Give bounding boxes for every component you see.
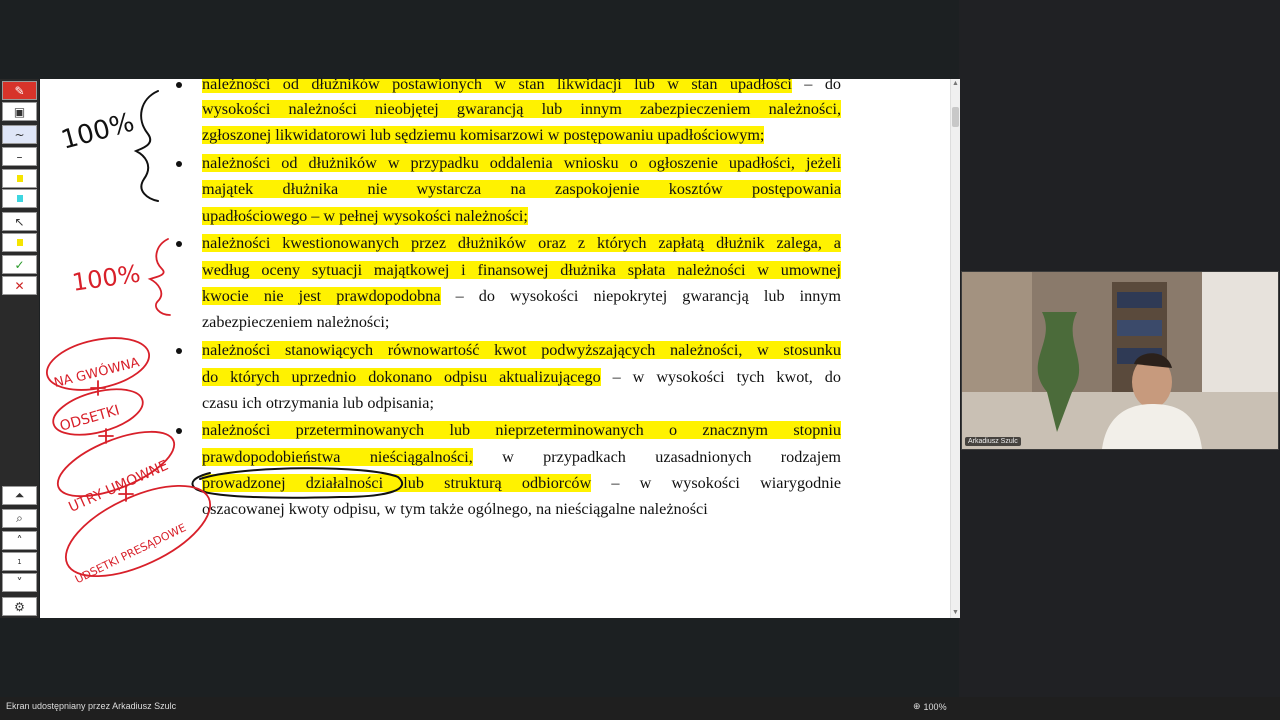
zoom-icon: ⊕ <box>913 701 921 711</box>
document-page: należności od dłużników postawionych w s… <box>40 79 950 618</box>
status-bar: Ekran udostępniany przez Arkadiusz Szulc… <box>0 697 1280 720</box>
search-icon[interactable]: ⌕ <box>2 509 37 528</box>
settings-gear-icon[interactable]: ⚙ <box>2 597 37 616</box>
curve-icon[interactable]: ~ <box>2 125 37 144</box>
highlight-pointer-icon[interactable] <box>2 233 37 252</box>
vertical-scrollbar[interactable]: ▲ ▼ <box>950 79 960 618</box>
black-ellipse <box>191 467 404 499</box>
check-icon[interactable]: ✓ <box>2 255 37 274</box>
sharing-status-text: Ekran udostępniany przez Arkadiusz Szulc <box>6 701 177 711</box>
save-icon[interactable]: ▣ <box>2 102 37 121</box>
yellow-highlighter-icon[interactable] <box>2 169 37 188</box>
scroll-top-icon[interactable]: ⏶ <box>2 486 37 505</box>
note-odsetki: ODSETKI <box>58 402 121 434</box>
pen-icon[interactable]: ✎ <box>2 81 37 100</box>
page-up-icon[interactable]: ˄ <box>2 531 37 550</box>
page-number[interactable]: 1 <box>2 552 37 571</box>
page-down-icon[interactable]: ˅ <box>2 573 37 592</box>
handwritten-annotations: 100% 100% NA GWÓWNA ODSETKI UTRY UMOWNE … <box>45 90 404 586</box>
scroll-down-arrow-icon[interactable]: ▼ <box>951 608 960 618</box>
pointer-icon[interactable]: ↖ <box>2 212 37 231</box>
note-100-percent-red: 100% <box>70 259 142 296</box>
note-utry-umowne: UTRY UMOWNE <box>66 458 170 516</box>
scrollbar-thumb[interactable] <box>952 107 959 127</box>
zoom-control[interactable]: ⊕ 100% <box>913 701 947 712</box>
webcam-video-tile[interactable]: Arkadiusz Szulc <box>961 271 1279 450</box>
thin-line-icon[interactable]: – <box>2 147 37 166</box>
note-odsetki-presadowe: UDSETKI PRESĄDOWE <box>73 521 188 586</box>
webcam-image <box>962 272 1278 449</box>
shared-screen: ✎ ▣ ~ – ↖ ✓ ✕ ⏶ ⌕ ˄ 1 ˅ ⚙ należności od … <box>0 0 960 697</box>
zoom-level: 100% <box>923 701 947 712</box>
note-na-glowna: NA GWÓWNA <box>52 354 141 391</box>
close-icon[interactable]: ✕ <box>2 276 37 295</box>
participant-name: Arkadiusz Szulc <box>965 437 1021 446</box>
annotation-toolbar: ✎ ▣ ~ – ↖ ✓ ✕ ⏶ ⌕ ˄ 1 ˅ ⚙ <box>0 79 39 618</box>
black-brace <box>133 90 159 202</box>
red-brace <box>147 238 171 316</box>
note-100-percent-black: 100% <box>58 108 138 156</box>
cyan-highlighter-icon[interactable] <box>2 189 37 208</box>
scroll-up-arrow-icon[interactable]: ▲ <box>951 79 960 89</box>
